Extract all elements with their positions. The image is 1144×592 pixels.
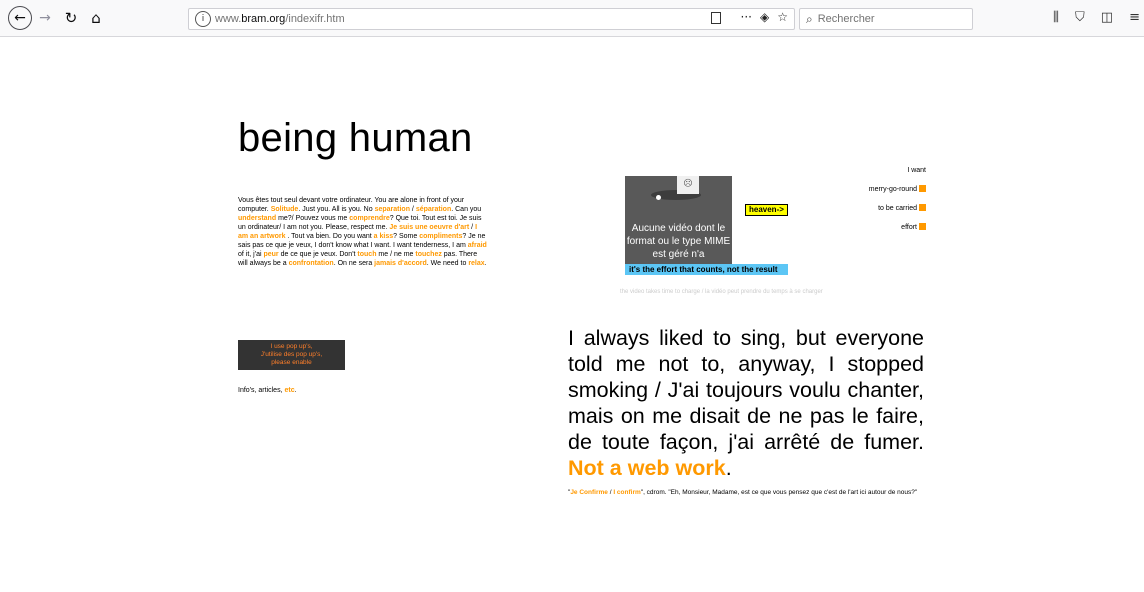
intro-segment: . We need to: [426, 260, 469, 267]
intro-segment: me?/ Pouvez vous me: [276, 215, 350, 222]
bookmark-star-icon[interactable]: ☆: [777, 10, 788, 24]
intro-link[interactable]: Solitude: [271, 206, 299, 213]
etc-link[interactable]: etc: [284, 387, 294, 394]
orange-square-icon[interactable]: [919, 185, 926, 192]
main-quote: I always liked to sing, but everyone tol…: [568, 326, 924, 480]
intro-link[interactable]: Je suis une oeuvre d'art: [389, 224, 469, 231]
want-item-to-be-carried[interactable]: to be carried: [869, 204, 926, 223]
page-title: being human: [238, 116, 473, 160]
want-item-header: I want: [907, 167, 926, 174]
search-box[interactable]: ⌕ Rechercher: [799, 8, 973, 30]
sidebar-icon[interactable]: ◫: [1101, 10, 1113, 25]
reader-view-icon[interactable]: [710, 12, 721, 24]
intro-link[interactable]: jamais d'accord: [374, 260, 427, 267]
effort-caption: it's the effort that counts, not the res…: [625, 264, 788, 275]
heaven-link[interactable]: heaven->: [745, 204, 788, 216]
intro-segment: .: [484, 260, 487, 267]
info-links: Info's, articles, etc.: [238, 387, 297, 394]
intro-segment: ? Some: [393, 233, 420, 240]
address-bar[interactable]: i www. bram.org/indexifr.htm ··· ◈ ☆: [188, 8, 795, 30]
video-note: the video takes time to charge / la vidé…: [620, 289, 823, 295]
orange-square-icon[interactable]: [919, 223, 926, 230]
url-host: www.: [215, 13, 242, 25]
popup-line: please enable: [271, 359, 312, 366]
info-end: .: [294, 387, 297, 394]
search-icon: ⌕: [806, 11, 813, 26]
video-player[interactable]: ☹ Aucune vidéo dont le format ou le type…: [625, 176, 732, 264]
popup-line: I use pop up's,: [270, 343, 313, 350]
intro-link[interactable]: touch: [357, 251, 376, 258]
url-domain: bram.org: [241, 13, 286, 25]
info-text: Info's, articles,: [238, 387, 285, 394]
not-a-web-work: Not a web work: [568, 456, 726, 480]
intro-segment: de ce que je veux. Don't: [278, 251, 358, 258]
library-icon[interactable]: ⫼: [1053, 10, 1059, 25]
intro-link[interactable]: understand: [238, 215, 276, 222]
intro-link[interactable]: compliments: [419, 233, 462, 240]
confirm-caption: "Je Confirme / I confirm", cdrom. "Eh, M…: [568, 489, 918, 496]
pocket-icon[interactable]: ◈: [760, 10, 769, 24]
intro-link[interactable]: separation: [375, 206, 410, 213]
url-path: /indexifr.htm: [285, 13, 345, 25]
intro-link[interactable]: confrontation: [289, 260, 334, 267]
shield-icon[interactable]: ⛉: [1075, 10, 1085, 25]
menu-icon[interactable]: ≡: [1129, 10, 1140, 25]
popup-line: J'utilise des pop up's,: [260, 351, 323, 358]
video-error-message: Aucune vidéo dont le format ou le type M…: [626, 223, 731, 260]
search-placeholder: Rechercher: [817, 13, 875, 25]
reload-icon[interactable]: ↻: [61, 6, 81, 30]
info-icon[interactable]: i: [195, 11, 211, 27]
intro-segment: . Just you. All is you. No: [298, 206, 375, 213]
je-confirme-link[interactable]: Je Confirme: [570, 489, 608, 496]
intro-segment: . Tout va bien. Do you want: [285, 233, 374, 240]
page-actions-icon[interactable]: ···: [741, 10, 752, 24]
intro-segment: of it, j'ai: [238, 251, 264, 258]
back-button[interactable]: ←: [8, 6, 32, 30]
popup-notice[interactable]: I use pop up's, J'utilise des pop up's, …: [238, 340, 345, 370]
intro-link[interactable]: a kiss: [374, 233, 393, 240]
want-list: I want merry-go-round to be carried effo…: [869, 166, 926, 242]
broken-plugin-dot: [656, 195, 661, 200]
intro-link[interactable]: peur: [263, 251, 278, 258]
intro-link[interactable]: touchez: [415, 251, 441, 258]
intro-segment: me / ne me: [376, 251, 416, 258]
orange-square-icon[interactable]: [919, 204, 926, 211]
home-icon[interactable]: ⌂: [86, 6, 106, 30]
want-item-merry-go-round[interactable]: merry-go-round: [869, 185, 926, 204]
intro-link[interactable]: relax: [468, 260, 484, 267]
intro-text: Vous êtes tout seul devant votre ordinat…: [238, 196, 488, 268]
want-item-effort[interactable]: effort: [869, 223, 926, 242]
intro-link[interactable]: séparation: [416, 206, 451, 213]
intro-segment: . On ne sera: [333, 260, 375, 267]
i-confirm-link[interactable]: I confirm: [613, 489, 640, 496]
intro-link[interactable]: comprendre: [349, 215, 389, 222]
intro-segment: . Can you: [451, 206, 482, 213]
intro-link[interactable]: afraid: [468, 242, 487, 249]
forward-button[interactable]: →: [36, 6, 54, 30]
sad-document-icon: ☹: [677, 176, 699, 194]
browser-toolbar: ← → ↻ ⌂ i www. bram.org/indexifr.htm ··· …: [0, 0, 1144, 37]
